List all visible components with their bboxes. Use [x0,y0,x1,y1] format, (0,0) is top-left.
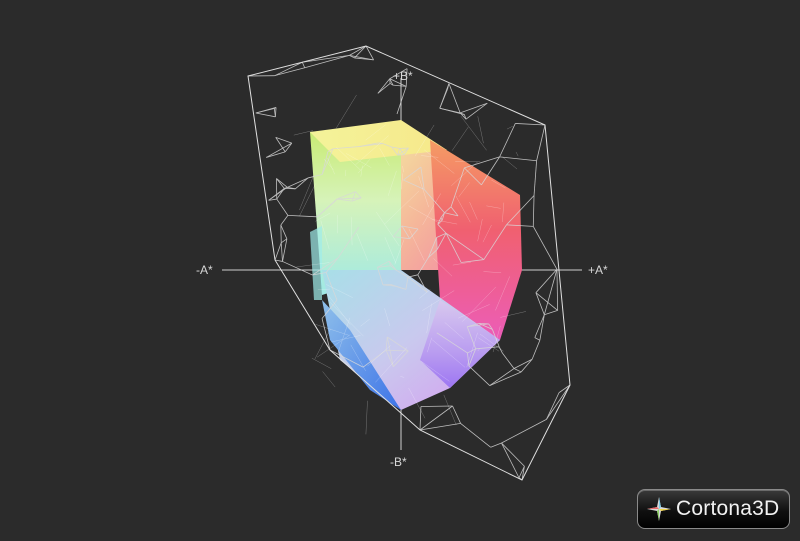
wireframe-edge [275,136,292,144]
wireframe-edge [499,156,537,162]
wireframe-edge [546,392,560,420]
axis-label-plus-a: +A* [588,263,608,277]
wireframe-edge [276,178,288,188]
wireframe-edge [377,78,391,94]
wireframe-edge [448,83,461,114]
wireframe-edge [377,83,391,94]
mesh-edge [506,125,513,130]
wireframe-edge [268,187,288,201]
wireframe-edge [274,61,303,77]
wireframe-edge [499,123,516,158]
axis-label-plus-b: +B* [393,69,413,83]
wireframe-edge [465,102,488,120]
wireframe-edge [534,337,541,341]
wireframe-edge [274,67,305,77]
wireframe-edge [274,242,282,261]
mesh-edge [365,400,368,435]
wireframe-edge [531,340,541,360]
mesh-edge [322,371,336,388]
mesh-edge [299,183,316,216]
wireframe-edge [536,124,546,161]
axis-label-minus-b: -B* [390,455,407,469]
gamut-face-cyan-edge [310,226,322,300]
wireframe-edge [287,177,309,188]
wireframe-edge [533,160,537,196]
logo-text: Cortona3D [676,497,780,520]
wireframe-edge [266,142,292,158]
wireframe-edge [284,142,293,153]
wireframe-edge [556,269,559,311]
mesh-edge [311,357,332,369]
gamut-solid [310,120,522,410]
wireframe-edge [520,359,533,373]
wireframe-edge [287,214,318,218]
mesh-edge [299,175,315,211]
wireframe-edge [255,112,276,118]
mesh-edge [477,116,484,144]
wireframe-edge [513,368,522,373]
wireframe-edge [439,107,461,114]
cortona3d-logo[interactable]: Cortona3D [637,489,790,529]
wireframe-edge [301,62,306,68]
wireframe-edge [489,371,522,386]
axis-label-minus-a: -A* [196,263,213,277]
mesh-edge [335,94,357,129]
wireframe-edge [266,151,286,158]
wireframe-edge [439,89,448,109]
wireframe-edge [544,310,558,316]
cortona-star-icon [647,497,671,521]
wireframe-edge [532,195,535,227]
wireframe-edge [501,442,520,478]
wireframe-edge [436,237,438,250]
wireframe-edge [501,419,547,444]
wireframe-edge [349,45,367,56]
wireframe-edge [274,107,277,117]
wireframe-edge [539,314,545,341]
wireframe-edge [396,86,407,115]
wireframe-edge [513,358,533,369]
mesh-edge [460,116,487,151]
wireframe-edge [255,107,277,114]
wireframe-edge [295,177,309,190]
wireframe-edge [452,405,461,424]
mesh-edge [515,151,519,157]
wireframe-edge [282,261,313,276]
wireframe-edge [501,442,525,467]
wireframe-edge [280,224,288,239]
wireframe-edge [464,156,500,169]
wireframe-edge [502,352,515,369]
wireframe-edge [534,314,545,338]
wireframe-edge [280,242,283,262]
wireframe-edge [532,226,558,270]
wireframe-edge [460,423,491,448]
wireframe-edge [276,198,289,216]
wireframe-edge [420,405,453,407]
wireframe-edge [304,54,350,69]
wireframe-edge [460,102,488,114]
wireframe-edge [282,238,288,262]
wireframe-edge [515,123,546,126]
wireframe-edge [490,442,502,448]
mesh-edge [451,126,469,151]
wireframe-edge [546,384,571,420]
wireframe-edge [468,365,490,386]
wireframe-edge [419,423,461,431]
wireframe-edge [280,215,289,226]
